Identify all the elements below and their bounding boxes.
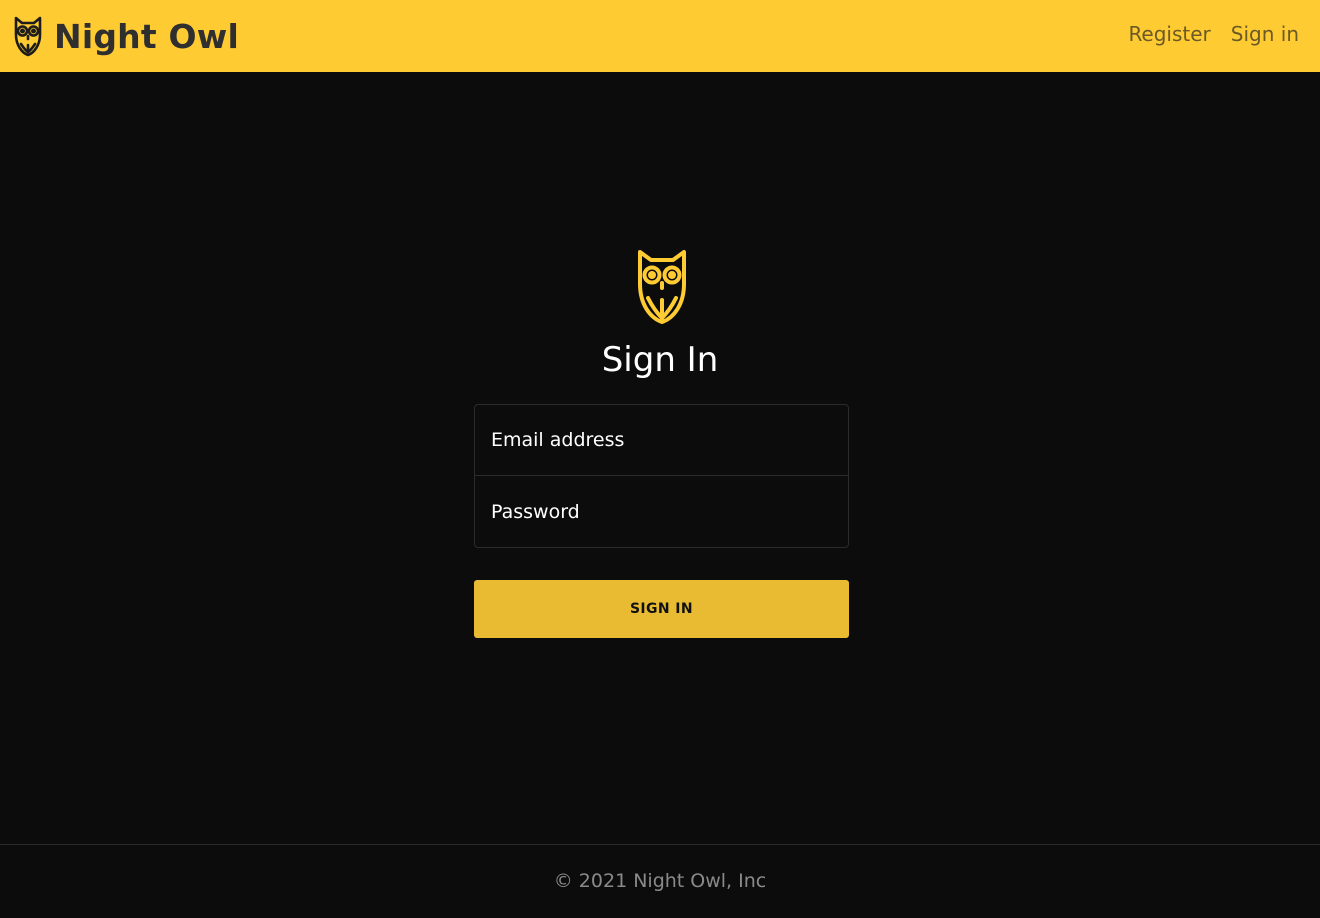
nav-links: Register Sign in <box>1128 22 1299 46</box>
main-content: Sign In SIGN IN <box>0 72 1320 844</box>
password-field[interactable] <box>475 476 848 547</box>
signin-link[interactable]: Sign in <box>1231 22 1299 46</box>
footer: © 2021 Night Owl, Inc <box>0 844 1320 918</box>
copyright-text: © 2021 Night Owl, Inc <box>553 870 767 892</box>
brand-link[interactable]: Night Owl <box>12 14 239 58</box>
register-link[interactable]: Register <box>1128 22 1210 46</box>
owl-icon <box>14 16 42 57</box>
top-navbar: Night Owl Register Sign in <box>0 0 1320 72</box>
email-field[interactable] <box>475 405 848 476</box>
signin-form <box>474 404 849 548</box>
page-title: Sign In <box>601 340 719 380</box>
signin-button[interactable]: SIGN IN <box>474 580 849 638</box>
brand-name: Night Owl <box>54 16 239 56</box>
owl-icon <box>638 250 686 324</box>
